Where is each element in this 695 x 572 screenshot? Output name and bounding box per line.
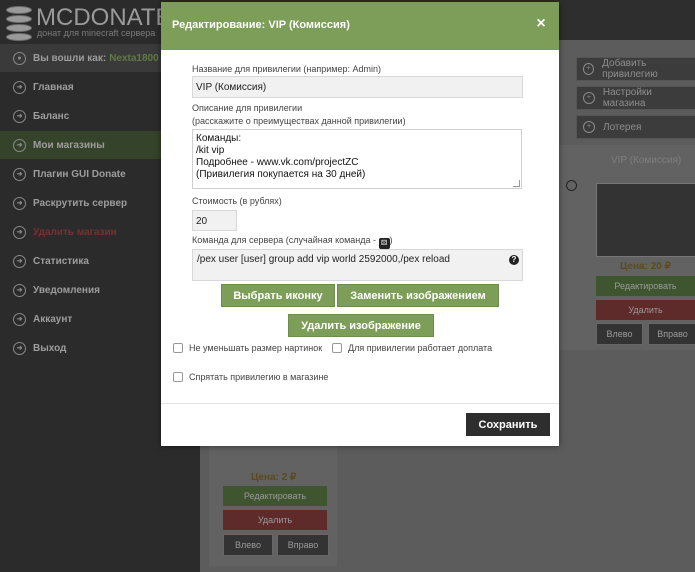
button-label: Лотерея — [603, 121, 642, 133]
sidebar-item-label: Статистика — [33, 255, 89, 267]
description-line: Команды: — [196, 133, 242, 144]
move-left-button[interactable]: Влево — [223, 534, 273, 556]
cost-label: Стоимость (в рублях) — [192, 196, 282, 206]
close-icon[interactable]: × — [533, 16, 549, 32]
move-right-button[interactable]: Вправо — [648, 323, 695, 345]
save-button[interactable]: Сохранить — [466, 413, 550, 436]
choose-icon-button[interactable]: Выбрать иконку — [221, 284, 335, 307]
command-label-end: ) — [389, 235, 393, 245]
sidebar-item-label: Мои магазины — [33, 139, 105, 151]
surcharge-checkbox[interactable]: Для привилегии работает доплата — [332, 343, 492, 353]
sidebar-item-label: Главная — [33, 81, 74, 93]
privilege-name-input[interactable]: VIP (Комиссия) — [192, 76, 523, 98]
arrow-right-icon: ➜ — [13, 312, 26, 326]
description-textarea[interactable]: Команды: /kit vip Подробнее - www.vk.com… — [192, 129, 522, 189]
button-label: Добавить привилегию — [602, 58, 658, 80]
plus-icon: + — [583, 63, 595, 75]
hide-in-shop-checkbox[interactable]: Спрятать привилегию в магазине — [173, 372, 328, 382]
plus-icon: + — [583, 121, 595, 133]
sidebar-item-label: Плагин GUI Donate — [33, 168, 126, 180]
button-label: Настройки магазина — [602, 87, 652, 109]
command-label-text: Команда для сервера (случайная команда - — [192, 235, 379, 245]
user-label: Вы вошли как: — [33, 52, 107, 64]
timer-icon — [566, 180, 577, 191]
command-input[interactable]: /pex user [user] group add vip world 259… — [192, 249, 523, 281]
lottery-button[interactable]: + Лотерея — [576, 115, 695, 139]
arrow-right-icon: ➜ — [13, 167, 26, 181]
add-privilege-button[interactable]: + Добавить привилегию — [576, 57, 695, 81]
arrow-right-icon: ➜ — [13, 225, 26, 239]
dice-icon[interactable]: ⚄ — [378, 238, 390, 249]
delete-button[interactable]: Удалить — [596, 300, 695, 320]
arrow-right-icon: ➜ — [13, 196, 26, 210]
command-label: Команда для сервера (случайная команда -… — [192, 235, 393, 249]
description-line: /kit vip — [196, 145, 225, 156]
help-icon[interactable]: ? — [509, 255, 519, 265]
card-price: Цена: 20 ₽ — [620, 261, 671, 272]
edit-privilege-modal: Редактирование: VIP (Комиссия) × Названи… — [161, 2, 559, 446]
user-nick: Nexta1800 — [109, 52, 159, 64]
user-icon: ● — [13, 51, 26, 65]
arrow-right-icon: ➜ — [13, 80, 26, 94]
no-resize-checkbox[interactable]: Не уменьшать размер нартинок — [173, 343, 322, 353]
checkbox-label: Для привилегии работает доплата — [348, 343, 493, 353]
description-hint: (расскажите о преимуществах данной приви… — [192, 116, 406, 126]
arrow-right-icon: ➜ — [13, 109, 26, 123]
cost-input[interactable]: 20 — [192, 210, 237, 231]
card-price: Цена: 2 ₽ — [251, 472, 297, 483]
checkbox-label: Не уменьшать размер нартинок — [189, 343, 323, 353]
sidebar-item-label: Уведомления — [33, 284, 100, 296]
modal-header: Редактирование: VIP (Комиссия) × — [161, 2, 559, 50]
checkbox-box[interactable] — [332, 343, 342, 353]
divider — [161, 403, 559, 404]
replace-image-button[interactable]: Заменить изображением — [337, 284, 499, 307]
description-label: Описание для привилегии — [192, 103, 303, 113]
move-right-button[interactable]: Вправо — [277, 534, 329, 556]
arrow-right-icon: ➜ — [13, 254, 26, 268]
coin-stack-icon — [6, 6, 32, 41]
shop-settings-button[interactable]: + Настройки магазина — [576, 86, 695, 110]
move-left-button[interactable]: Влево — [596, 323, 643, 345]
sidebar-item-label: Аккаунт — [33, 313, 73, 325]
arrow-right-icon: ➜ — [13, 138, 26, 152]
sidebar-item-label: Баланс — [33, 110, 70, 122]
sidebar-item-label: Удалить магазин — [33, 226, 117, 238]
sidebar-item-label: Раскрутить сервер — [33, 197, 128, 209]
description-line: (Привилегия покупается на 30 дней) — [196, 169, 366, 180]
checkbox-box[interactable] — [173, 372, 183, 382]
logo-subtitle: донат для minecraft сервера — [37, 28, 156, 38]
delete-image-button[interactable]: Удалить изображение — [288, 314, 434, 337]
edit-button[interactable]: Редактировать — [223, 486, 327, 506]
edit-button[interactable]: Редактировать — [596, 276, 695, 296]
privilege-image — [596, 183, 695, 257]
command-text: /pex user [user] group add vip world 259… — [197, 254, 450, 265]
card-title: VIP (Комиссия) — [611, 155, 682, 166]
checkbox-box[interactable] — [173, 343, 183, 353]
delete-button[interactable]: Удалить — [223, 510, 327, 530]
description-line: Подробнее - www.vk.com/projectZC — [196, 157, 359, 168]
resize-handle[interactable] — [513, 180, 520, 187]
plus-icon: + — [583, 92, 595, 104]
modal-title: Редактирование: VIP (Комиссия) — [172, 19, 350, 31]
name-label: Название для привилегии (например: Admin… — [192, 64, 381, 74]
sidebar-item-label: Выход — [33, 342, 67, 354]
arrow-right-icon: ➜ — [13, 283, 26, 297]
checkbox-label: Спрятать привилегию в магазине — [189, 372, 329, 382]
arrow-right-icon: ➜ — [13, 341, 26, 355]
